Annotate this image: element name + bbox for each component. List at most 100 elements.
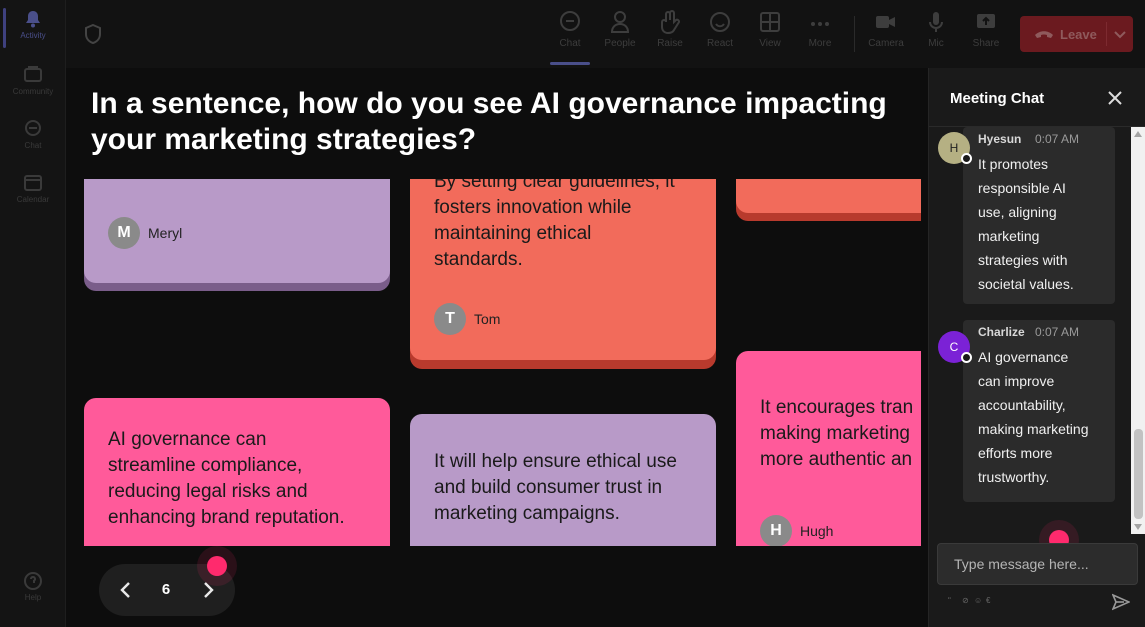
chat-message-input[interactable]: [937, 543, 1138, 585]
card-text-line: maintaining ethical: [434, 223, 592, 244]
message-time: 0:07 AM: [1035, 132, 1080, 146]
toolbar-share-button[interactable]: Share: [964, 10, 1008, 49]
toolbar-label: More: [808, 38, 832, 49]
bell-icon: [26, 11, 40, 28]
message-time: 0:07 AM: [1035, 325, 1080, 339]
message-author: Hyesun: [978, 132, 1022, 146]
toolbar-label: People: [604, 38, 636, 49]
chevron-down-icon[interactable]: [1113, 27, 1127, 41]
toolbar-mic-button[interactable]: Mic: [914, 10, 958, 49]
scrollbar-thumb[interactable]: [1134, 429, 1143, 519]
close-icon[interactable]: [1106, 89, 1124, 107]
message-line: societal values.: [978, 276, 1074, 292]
chevron-left-icon[interactable]: [115, 578, 137, 602]
card-text-line: enhancing brand reputation.: [108, 507, 345, 528]
avatar[interactable]: H: [938, 132, 972, 164]
scroll-down-arrow-icon[interactable]: [1134, 524, 1142, 530]
response-card[interactable]: [736, 179, 921, 213]
chat-messages[interactable]: Hyesun 0:07 AM It promotes responsible A…: [929, 127, 1132, 534]
message-author: Charlize: [978, 325, 1025, 339]
message-line: trustworthy.: [978, 469, 1050, 485]
microphone-icon: [929, 12, 943, 32]
toolbar-label: Share: [972, 38, 1000, 49]
card-text: By setting clear guidelines, it fosters …: [434, 179, 714, 273]
more-icon: [811, 22, 829, 26]
card-text: It encourages tran making marketing more…: [760, 395, 921, 473]
chat-scrollbar[interactable]: [1131, 127, 1145, 534]
page-number: 6: [161, 581, 171, 598]
chat-message: Hyesun 0:07 AM It promotes responsible A…: [963, 127, 1115, 304]
message-line: responsible AI: [978, 180, 1066, 196]
scroll-up-arrow-icon[interactable]: [1134, 131, 1142, 137]
message-body: AI governance can improve accountability…: [978, 345, 1108, 489]
toolbar-chat-button[interactable]: Chat: [548, 10, 592, 49]
rail-label: Community: [12, 87, 54, 96]
response-card[interactable]: It will help ensure ethical use and buil…: [410, 414, 716, 546]
response-card[interactable]: It encourages tran making marketing more…: [736, 351, 921, 546]
chat-message: Charlize 0:07 AM AI governance can impro…: [963, 320, 1115, 502]
app-rail: Activity Community Chat Calendar Help: [0, 0, 66, 627]
toolbar-camera-button[interactable]: Camera: [864, 10, 908, 49]
hang-up-icon: [1035, 31, 1053, 38]
avatar-initial: C: [949, 340, 959, 354]
gif-icon[interactable]: €: [986, 596, 996, 606]
format-icon[interactable]: ʺ: [948, 596, 958, 606]
rail-item-activity[interactable]: Activity: [0, 10, 66, 40]
status-indicator: [961, 153, 972, 164]
rail-item-calendar[interactable]: Calendar: [0, 174, 66, 204]
card-text-line: AI governance can: [108, 429, 267, 450]
card-text-line: standards.: [434, 249, 523, 270]
rail-item-community[interactable]: Community: [0, 66, 66, 96]
response-card[interactable]: AI governance can streamline compliance,…: [84, 398, 390, 546]
rail-label: Activity: [20, 31, 46, 40]
toolbar-react-button[interactable]: React: [698, 10, 742, 49]
toolbar-label: React: [706, 38, 734, 49]
smiley-icon: [710, 12, 730, 32]
send-icon[interactable]: [1112, 593, 1130, 611]
message-line: AI governance: [978, 349, 1069, 365]
cards-board[interactable]: M Meryl By setting clear guidelines, it …: [66, 179, 921, 546]
chat-title: Meeting Chat: [950, 90, 1045, 107]
people-icon: [610, 11, 630, 33]
toolbar-separator: [854, 16, 855, 52]
message-line: use, aligning: [978, 204, 1057, 220]
toolbar-label: Mic: [928, 38, 944, 49]
calendar-icon: [24, 175, 42, 191]
rail-item-help[interactable]: Help: [0, 572, 66, 602]
card-text-line: more authentic an: [760, 449, 913, 470]
card-text-line: and build consumer trust in: [434, 477, 663, 498]
avatar: M: [108, 217, 140, 249]
emoji-icon[interactable]: ☺: [974, 596, 984, 606]
response-card[interactable]: M Meryl: [84, 179, 390, 283]
leave-separator: [1106, 22, 1107, 46]
hand-icon: [661, 10, 680, 34]
status-indicator: [961, 352, 972, 363]
toolbar-more-button[interactable]: More: [798, 10, 842, 49]
toolbar-label: Raise: [657, 38, 683, 49]
rail-label: Help: [24, 593, 42, 602]
chat-icon: [560, 11, 580, 31]
toolbar-label: Camera: [868, 38, 904, 49]
card-text-line: reducing legal risks and: [108, 481, 308, 502]
message-line: can improve: [978, 373, 1055, 389]
meeting-toolbar: Chat People Raise React View More Camera…: [66, 0, 1145, 68]
rail-label: Chat: [24, 141, 42, 150]
toolbar-people-button[interactable]: People: [598, 10, 642, 49]
avatar[interactable]: C: [938, 331, 972, 363]
card-text-line: By setting clear guidelines, it: [434, 179, 675, 192]
shield-icon: [85, 24, 101, 44]
share-screen-icon: [977, 14, 995, 28]
toolbar-raise-button[interactable]: Raise: [648, 10, 692, 49]
leave-label: Leave: [1060, 27, 1097, 42]
leave-button[interactable]: Leave: [1020, 16, 1133, 52]
chevron-right-icon[interactable]: [197, 578, 219, 602]
chat-icon: [25, 120, 41, 136]
card-text: It will help ensure ethical use and buil…: [434, 449, 719, 527]
camera-icon: [876, 16, 895, 28]
rail-item-chat[interactable]: Chat: [0, 120, 66, 150]
message-line: accountability,: [978, 397, 1066, 413]
toolbar-label: View: [759, 38, 781, 49]
response-card[interactable]: By setting clear guidelines, it fosters …: [410, 179, 716, 360]
toolbar-view-button[interactable]: View: [748, 10, 792, 49]
attach-icon[interactable]: ⊘: [962, 596, 972, 606]
